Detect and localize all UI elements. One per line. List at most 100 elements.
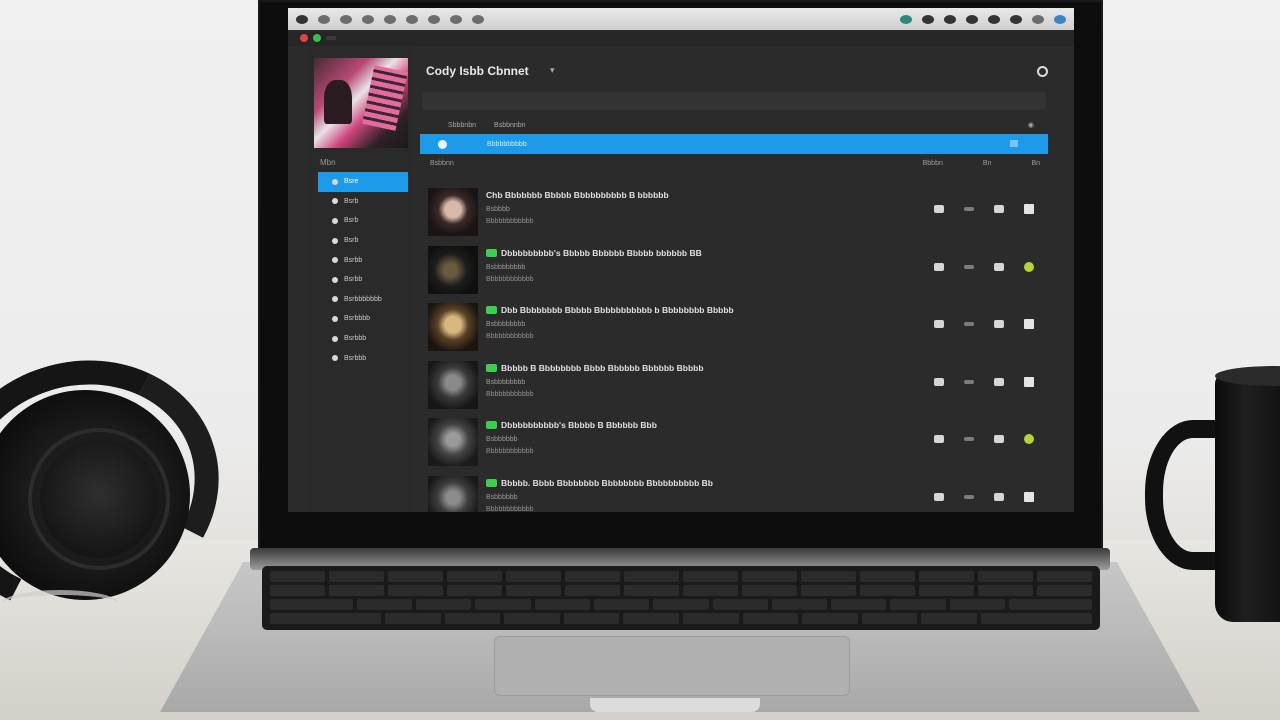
more-icon[interactable] bbox=[964, 207, 974, 211]
album-art[interactable] bbox=[314, 58, 408, 148]
play-icon[interactable] bbox=[934, 492, 944, 501]
settings-icon[interactable] bbox=[1037, 66, 1048, 77]
status-icon[interactable] bbox=[1024, 491, 1034, 502]
more-icon[interactable] bbox=[964, 437, 974, 441]
more-icon[interactable] bbox=[964, 379, 974, 384]
sidebar-item[interactable]: Bsrbbb bbox=[318, 348, 408, 368]
track-controls bbox=[934, 319, 1034, 329]
menu-icon[interactable] bbox=[362, 14, 374, 24]
now-playing-row[interactable]: Bbbbbbbbbb bbox=[420, 134, 1048, 154]
track-thumbnail[interactable] bbox=[428, 360, 478, 409]
toolbar-icon[interactable] bbox=[326, 36, 336, 40]
status-icon[interactable] bbox=[1010, 14, 1022, 24]
add-icon[interactable] bbox=[994, 377, 1004, 386]
chevron-down-icon[interactable]: ▾ bbox=[550, 65, 555, 76]
more-icon[interactable] bbox=[964, 322, 974, 326]
equalizer-icon[interactable] bbox=[1010, 140, 1018, 147]
maximize-window-icon[interactable] bbox=[313, 34, 321, 42]
status-icon[interactable] bbox=[1024, 376, 1034, 387]
status-icon[interactable] bbox=[900, 14, 912, 24]
sidebar-item-icon bbox=[332, 178, 338, 185]
menu-icon[interactable] bbox=[384, 14, 396, 24]
track-row[interactable]: Bbbbb. Bbbb Bbbbbbbb Bbbbbbbb Bbbbbbbbbb… bbox=[428, 470, 1048, 512]
play-icon[interactable] bbox=[934, 205, 944, 213]
play-icon[interactable] bbox=[934, 262, 944, 271]
add-icon[interactable] bbox=[994, 492, 1004, 501]
close-window-icon[interactable] bbox=[300, 34, 308, 42]
track-thumbnail[interactable] bbox=[428, 475, 478, 512]
sidebar-item[interactable]: Bsrb bbox=[318, 211, 408, 231]
menu-icon[interactable] bbox=[450, 14, 462, 24]
status-icon[interactable] bbox=[966, 14, 978, 24]
track-title-line: Dbbbbbbbbb's Bbbbb Bbbbbb Bbbbb bbbbbb B… bbox=[486, 248, 702, 258]
spotlight-icon[interactable] bbox=[1054, 14, 1066, 24]
track-title[interactable]: Dbbbbbbbbb's Bbbbb Bbbbbb Bbbbb bbbbbb B… bbox=[501, 248, 702, 258]
add-icon[interactable] bbox=[994, 262, 1004, 271]
subheader-left: Bsbbnn bbox=[430, 160, 454, 167]
track-title[interactable]: Dbbbbbbbbbb's Bbbbb B Bbbbbb Bbb bbox=[501, 420, 657, 430]
sidebar-item-label: Bsrb bbox=[344, 237, 359, 245]
column-header-mid[interactable]: Bsbbnnbn bbox=[494, 122, 526, 129]
sidebar-item[interactable]: Bsre bbox=[318, 172, 408, 192]
menu-icon[interactable] bbox=[340, 14, 352, 24]
status-icon[interactable] bbox=[988, 14, 1000, 24]
add-icon[interactable] bbox=[994, 435, 1004, 443]
more-icon[interactable] bbox=[964, 494, 974, 499]
track-thumbnail[interactable] bbox=[428, 303, 478, 351]
track-thumbnail[interactable] bbox=[428, 418, 478, 466]
sidebar-item-label: Bsrbbb bbox=[344, 354, 367, 362]
add-icon[interactable] bbox=[994, 205, 1004, 213]
track-thumbnail[interactable] bbox=[428, 188, 478, 236]
track-title[interactable]: Chb Bbbbbbb Bbbbb Bbbbbbbbbb B bbbbbb bbox=[486, 190, 669, 200]
track-title[interactable]: Dbb Bbbbbbbb Bbbbb Bbbbbbbbbbb b Bbbbbbb… bbox=[501, 305, 734, 315]
sidebar-item-icon bbox=[332, 198, 338, 205]
sidebar-item[interactable]: Bsrbbb bbox=[318, 329, 408, 349]
track-row[interactable]: Dbbbbbbbbbb's Bbbbb B Bbbbbb Bbb Bsbbbbb… bbox=[428, 412, 1048, 470]
column-header-left[interactable]: Sbbbnbn bbox=[448, 122, 476, 129]
menu-icon[interactable] bbox=[406, 14, 418, 24]
menu-icon[interactable] bbox=[428, 14, 440, 24]
status-icon[interactable] bbox=[1024, 261, 1034, 272]
search-input[interactable] bbox=[422, 92, 1046, 110]
main-panel: Cody Isbb Cbnnet ▾ Sbbbnbn Bsbbnnbn ◉ Bb… bbox=[420, 46, 1050, 512]
track-meta: Bbbbbbbbbbbb bbox=[486, 448, 534, 455]
status-icon[interactable] bbox=[1024, 204, 1034, 214]
sidebar-item[interactable]: Bsrbbbb bbox=[318, 309, 408, 329]
track-row[interactable]: Dbb Bbbbbbbb Bbbbb Bbbbbbbbbbb b Bbbbbbb… bbox=[428, 297, 1048, 355]
track-row[interactable]: Dbbbbbbbbb's Bbbbb Bbbbbb Bbbbb bbbbbb B… bbox=[428, 240, 1048, 298]
play-icon[interactable] bbox=[934, 435, 944, 443]
list-subheader: Bsbbnn Bbbbn Bn Bn bbox=[430, 160, 1040, 167]
play-icon[interactable] bbox=[934, 377, 944, 386]
keyboard[interactable] bbox=[262, 566, 1100, 630]
track-meta: Bbbbbbbbbbbb bbox=[486, 275, 534, 283]
menu-icon[interactable] bbox=[472, 14, 484, 24]
sidebar-item[interactable]: Bsrb bbox=[318, 231, 408, 251]
menu-icon[interactable] bbox=[318, 14, 330, 24]
window-titlebar bbox=[288, 30, 1074, 46]
sidebar-item[interactable]: Bsrbb bbox=[318, 270, 408, 290]
track-thumbnail[interactable] bbox=[428, 245, 478, 294]
column-header-right[interactable]: ◉ bbox=[1028, 121, 1034, 129]
more-icon[interactable] bbox=[964, 264, 974, 269]
trackpad[interactable] bbox=[494, 636, 850, 696]
track-title-line: Dbb Bbbbbbbb Bbbbb Bbbbbbbbbbb b Bbbbbbb… bbox=[486, 305, 734, 315]
page-title: Cody Isbb Cbnnet bbox=[426, 64, 529, 78]
track-row[interactable]: Chb Bbbbbbb Bbbbb Bbbbbbbbbb B bbbbbb Bs… bbox=[428, 182, 1048, 240]
track-title[interactable]: Bbbbb. Bbbb Bbbbbbbb Bbbbbbbb Bbbbbbbbbb… bbox=[501, 478, 713, 488]
sidebar-list: Bsre Bsrb Bsrb Bsrb Bsrbb Bsrbb Bsrbbbbbbb Bsrb… bbox=[318, 172, 408, 368]
sidebar-item[interactable]: Bsrb bbox=[318, 192, 408, 212]
track-title[interactable]: Bbbbb B Bbbbbbbb Bbbb Bbbbbb Bbbbbb Bbbb… bbox=[501, 363, 704, 373]
status-icon[interactable] bbox=[1032, 14, 1044, 24]
headphone-cushion bbox=[40, 440, 158, 558]
sidebar-item[interactable]: Bsrbb bbox=[318, 250, 408, 270]
sidebar-item[interactable]: Bsrbbbbbbb bbox=[318, 290, 408, 310]
apple-menu-icon[interactable] bbox=[296, 14, 308, 24]
play-icon[interactable] bbox=[934, 320, 944, 328]
subheader-right2: Bn bbox=[1031, 160, 1040, 167]
status-icon[interactable] bbox=[944, 14, 956, 24]
track-row[interactable]: Bbbbb B Bbbbbbbb Bbbb Bbbbbb Bbbbbb Bbbb… bbox=[428, 355, 1048, 413]
status-icon[interactable] bbox=[1024, 319, 1034, 329]
add-icon[interactable] bbox=[994, 320, 1004, 328]
status-icon[interactable] bbox=[1024, 434, 1034, 444]
status-icon[interactable] bbox=[922, 14, 934, 24]
